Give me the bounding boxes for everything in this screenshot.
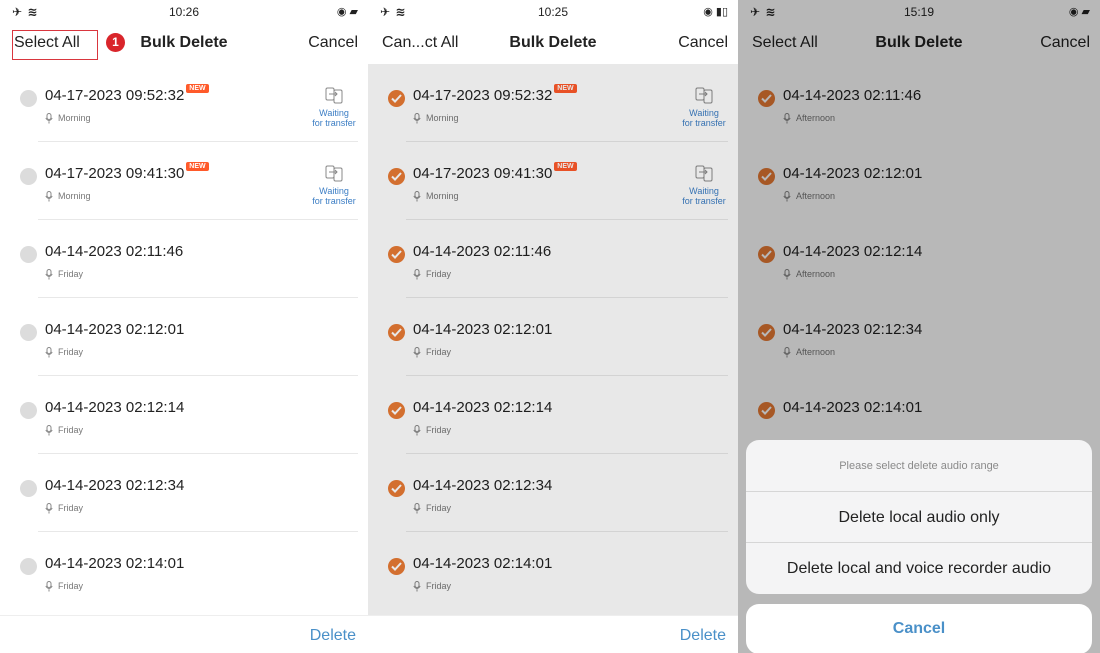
recording-datetime: 04-14-2023 02:11:46 [45, 243, 184, 260]
recording-label: Friday [58, 581, 84, 591]
transfer-phone-icon [325, 165, 343, 182]
microphone-icon [45, 269, 53, 280]
transfer-status: Waiting for transfer [304, 86, 364, 128]
unchecked-radio-icon[interactable] [20, 90, 37, 107]
delete-local-and-recorder-button[interactable]: Delete local and voice recorder audio [746, 543, 1092, 594]
status-time: 10:25 [537, 5, 569, 19]
recording-datetime: 04-14-2023 02:12:34 [45, 477, 185, 494]
list-item[interactable]: 04-14-2023 02:11:46 Friday [0, 220, 368, 298]
microphone-icon [45, 581, 53, 592]
transfer-status: Waiting for transfer [304, 164, 364, 206]
list-item[interactable]: 04-14-2023 02:12:14 Friday [0, 376, 368, 454]
unchecked-radio-icon[interactable] [20, 168, 37, 185]
cancel-button[interactable]: Cancel [678, 34, 728, 52]
unchecked-radio-icon[interactable] [20, 324, 37, 341]
status-bar: ✈ ≋ 10:25 ◉ ▮▯ [368, 0, 738, 22]
transfer-status-text: Waiting for transfer [312, 186, 356, 206]
unchecked-radio-icon[interactable] [20, 480, 37, 497]
new-badge: NEW [186, 162, 209, 171]
microphone-icon [45, 191, 53, 202]
recording-label: Morning [58, 191, 91, 201]
comparison-screenshot: ✈ ≋ 10:26 ◉ ▰ Select All 1 Bulk Delete C… [0, 0, 1100, 653]
list-item[interactable]: 04-17-2023 09:52:32 NEW Morning Waiting fo… [0, 64, 368, 142]
transfer-phone-icon [325, 87, 343, 104]
delete-local-only-button[interactable]: Delete local audio only [746, 492, 1092, 543]
panel-select-all: ✈ ≋ 10:26 ◉ ▰ Select All 1 Bulk Delete C… [0, 0, 368, 653]
selection-tint [368, 64, 738, 653]
list-item[interactable]: 04-14-2023 02:14:01 Friday [0, 532, 368, 610]
battery-icon: ◉ ▰ [336, 6, 358, 18]
transfer-status-text: Waiting for transfer [312, 108, 356, 128]
recording-datetime: 04-14-2023 02:12:01 [45, 321, 185, 338]
list-item[interactable]: 04-17-2023 09:41:30 NEW Morning Waiting fo… [0, 142, 368, 220]
microphone-icon [45, 425, 53, 436]
recording-label: Friday [58, 347, 84, 357]
delete-button[interactable]: Delete [680, 627, 726, 645]
microphone-icon [45, 113, 53, 124]
battery-icon: ◉ ▮▯ [703, 6, 728, 18]
nav-bar: Can...ct All Bulk Delete Cancel [368, 24, 738, 64]
recording-datetime: 04-17-2023 09:52:32 [45, 87, 185, 104]
footer-bar: Delete [368, 615, 738, 653]
recording-list: 04-17-2023 09:52:32 NEW Morning Waiting fo… [0, 64, 368, 610]
delete-range-action-sheet: Please select delete audio range Delete … [746, 440, 1092, 594]
recording-label: Friday [58, 503, 84, 513]
delete-button[interactable]: Delete [310, 627, 356, 645]
recording-datetime: 04-14-2023 02:14:01 [45, 555, 185, 572]
new-badge: NEW [186, 84, 209, 93]
list-item[interactable]: 04-14-2023 02:12:34 Friday [0, 454, 368, 532]
recording-label: Friday [58, 425, 84, 435]
unchecked-radio-icon[interactable] [20, 246, 37, 263]
unchecked-radio-icon[interactable] [20, 558, 37, 575]
recording-label: Morning [58, 113, 91, 123]
nav-bar: Select All 1 Bulk Delete Cancel [0, 24, 368, 64]
action-sheet-title: Please select delete audio range [746, 440, 1092, 492]
microphone-icon [45, 347, 53, 358]
status-bar: ✈ ≋ 10:26 ◉ ▰ [0, 0, 368, 22]
list-item[interactable]: 04-14-2023 02:12:01 Friday [0, 298, 368, 376]
status-time: 10:26 [168, 5, 200, 19]
microphone-icon [45, 503, 53, 514]
unchecked-radio-icon[interactable] [20, 402, 37, 419]
panel-all-selected: ✈ ≋ 10:25 ◉ ▮▯ Can...ct All Bulk Delete … [368, 0, 738, 653]
sheet-cancel-button[interactable]: Cancel [746, 604, 1092, 653]
recording-datetime: 04-17-2023 09:41:30 [45, 165, 185, 182]
panel-delete-range-sheet: ✈ ≋ 15:19 ◉ ▰ Select All Bulk Delete Can… [738, 0, 1100, 653]
cancel-button[interactable]: Cancel [308, 34, 358, 52]
recording-datetime: 04-14-2023 02:12:14 [45, 399, 185, 416]
footer-bar: Delete [0, 615, 368, 653]
recording-label: Friday [58, 269, 84, 279]
